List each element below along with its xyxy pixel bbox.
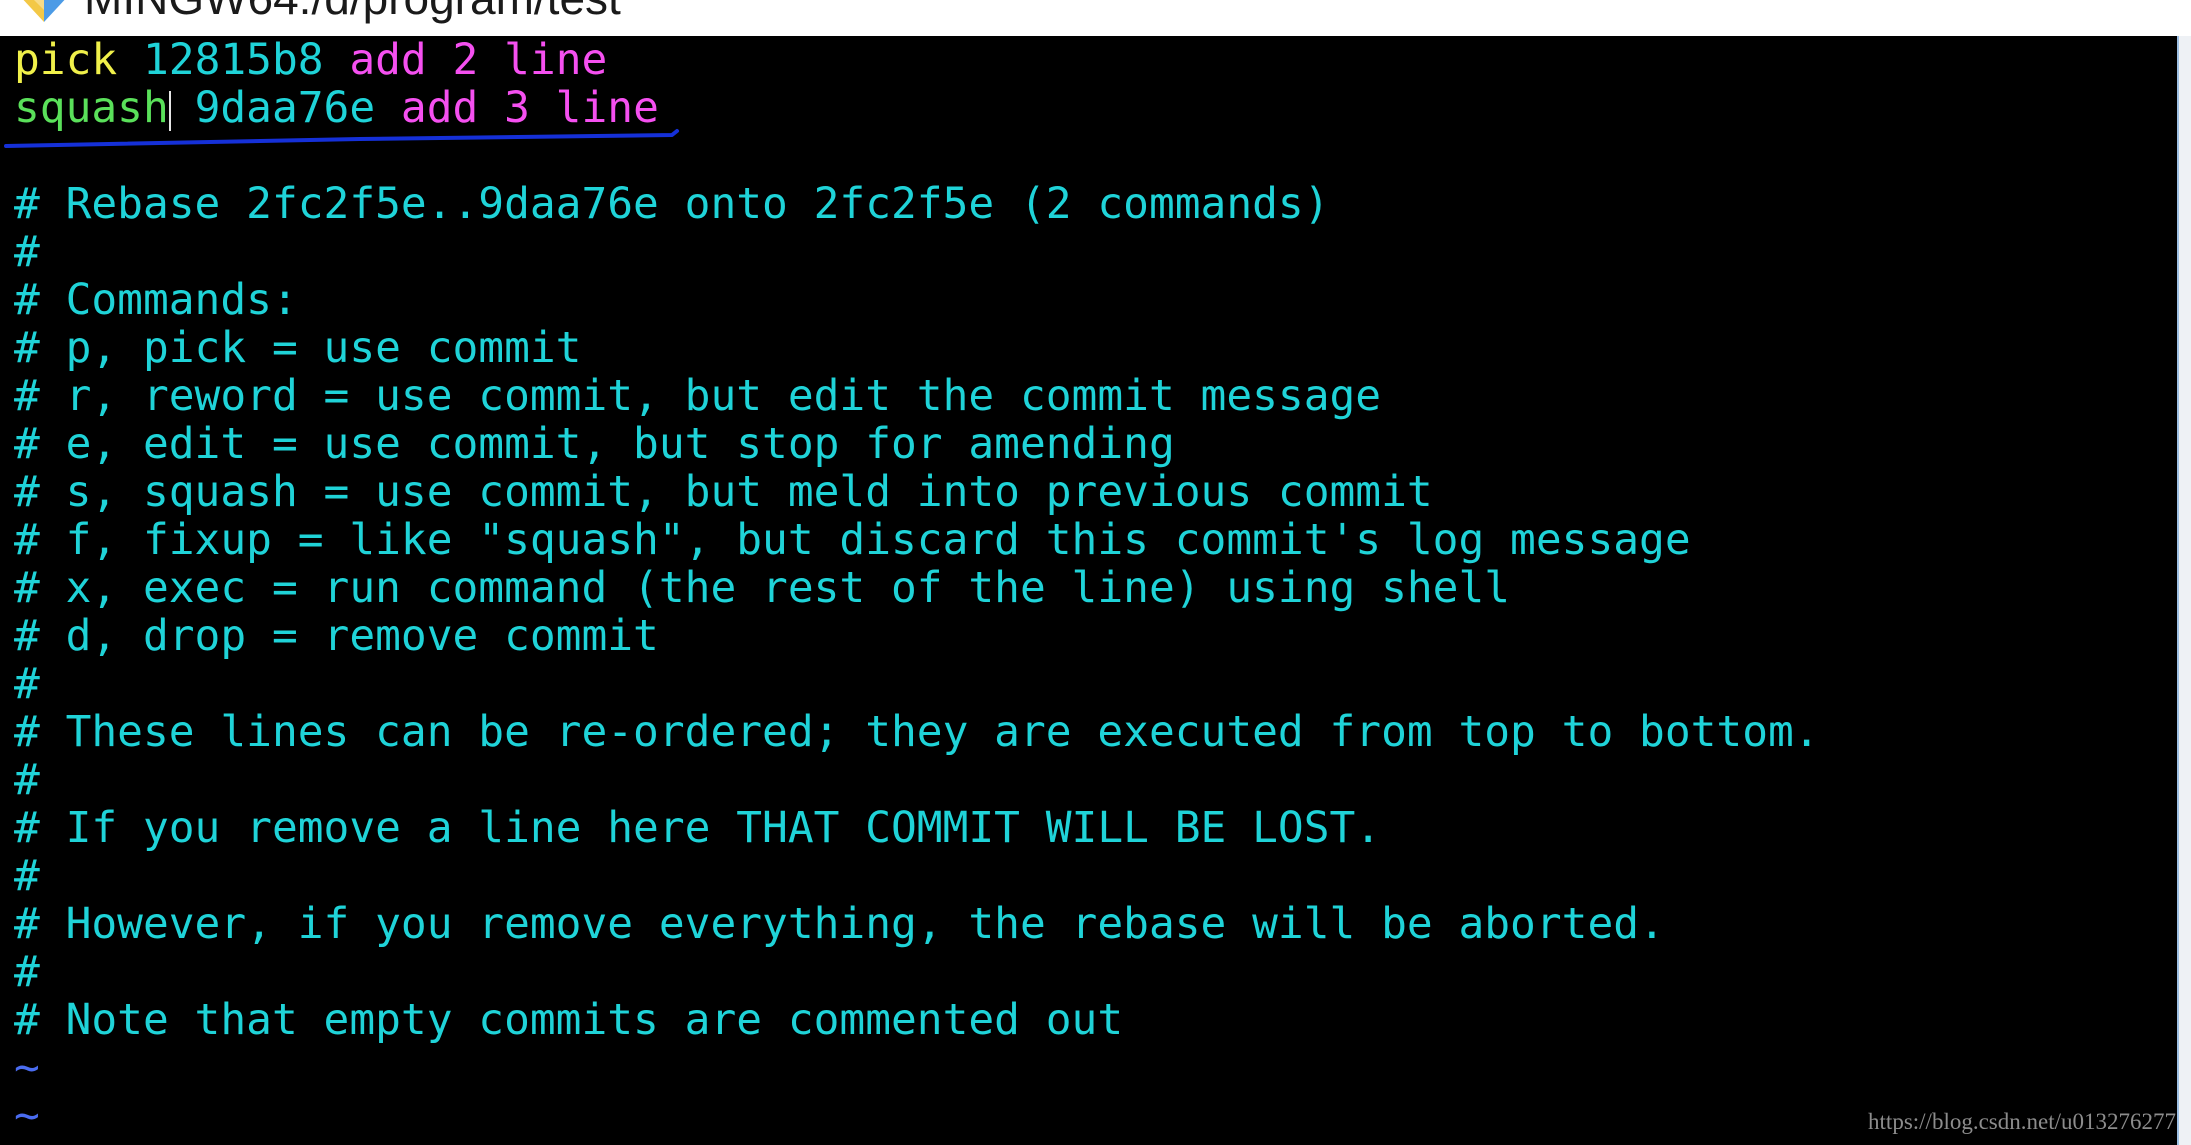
comment-line: # However, if you remove everything, the… bbox=[14, 899, 1665, 949]
git-bash-icon[interactable] bbox=[14, 0, 74, 36]
empty-line bbox=[14, 132, 1820, 180]
comment-line: # Rebase 2fc2f5e..9daa76e onto 2fc2f5e (… bbox=[14, 179, 1330, 229]
comment-line: # bbox=[14, 659, 40, 709]
filler-tilde: ~ bbox=[14, 1091, 40, 1141]
comment-line: # bbox=[14, 947, 40, 997]
commit-hash: 9daa76e bbox=[194, 83, 376, 133]
comment-line: # Note that empty commits are commented … bbox=[14, 995, 1124, 1045]
comment-line: # p, pick = use commit bbox=[14, 323, 582, 373]
comment-line: # f, fixup = like "squash", but discard … bbox=[14, 515, 1691, 565]
terminal-area[interactable]: pick 12815b8 add 2 line squash 9daa76e a… bbox=[0, 36, 2177, 1145]
comment-line: # These lines can be re-ordered; they ar… bbox=[14, 707, 1820, 757]
filler-tilde: ~ bbox=[14, 1043, 40, 1093]
vim-buffer: pick 12815b8 add 2 line squash 9daa76e a… bbox=[14, 36, 1820, 1140]
comment-line: # s, squash = use commit, but meld into … bbox=[14, 467, 1433, 517]
window-title: MINGW64:/d/program/test bbox=[84, 0, 621, 21]
commit-message: add 3 line bbox=[400, 83, 659, 133]
title-bar[interactable]: MINGW64:/d/program/test bbox=[0, 0, 2191, 36]
commit-message: add 2 line bbox=[349, 36, 608, 85]
todo-command: pick bbox=[14, 36, 118, 85]
text-cursor bbox=[168, 90, 171, 131]
comment-line: # e, edit = use commit, but stop for ame… bbox=[14, 419, 1175, 469]
icon-right-facet bbox=[44, 0, 65, 22]
comment-line: # d, drop = remove commit bbox=[14, 611, 659, 661]
comment-line: # bbox=[14, 755, 40, 805]
rebase-todo-line: pick 12815b8 add 2 line bbox=[14, 36, 1820, 84]
comment-line: # Commands: bbox=[14, 275, 298, 325]
git-bash-icon-graphic bbox=[23, 0, 65, 22]
comment-line: # r, reword = use commit, but edit the c… bbox=[14, 371, 1382, 421]
comment-line: # x, exec = run command (the rest of the… bbox=[14, 563, 1511, 613]
rebase-todo-line: squash 9daa76e add 3 line bbox=[14, 84, 1820, 132]
comment-line: # bbox=[14, 227, 40, 277]
watermark-url: https://blog.csdn.net/u013276277 bbox=[1868, 1109, 2176, 1134]
comment-line: # If you remove a line here THAT COMMIT … bbox=[14, 803, 1382, 853]
window-right-edge bbox=[2177, 36, 2191, 1145]
commit-hash: 12815b8 bbox=[142, 36, 324, 85]
todo-command: squash bbox=[14, 83, 169, 133]
comment-line: # bbox=[14, 851, 40, 901]
